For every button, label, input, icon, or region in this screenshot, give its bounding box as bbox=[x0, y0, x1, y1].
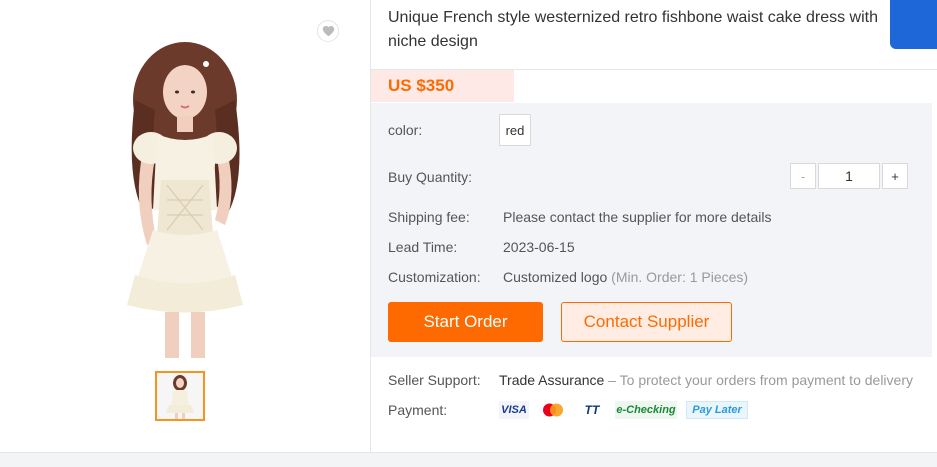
product-thumbnail[interactable] bbox=[155, 371, 205, 421]
quantity-increase-button[interactable]: + bbox=[882, 163, 908, 189]
trade-assurance-link[interactable]: Trade Assurance bbox=[499, 372, 604, 388]
contact-supplier-button[interactable]: Contact Supplier bbox=[561, 302, 732, 342]
lead-time-value: 2023-06-15 bbox=[503, 239, 575, 255]
product-title: Unique French style westernized retro fi… bbox=[388, 9, 878, 50]
quantity-label: Buy Quantity: bbox=[388, 169, 473, 185]
seller-support-value: Trade Assurance – To protect your orders… bbox=[499, 372, 913, 388]
seller-support-label: Seller Support: bbox=[388, 372, 481, 388]
tt-logo: TT bbox=[584, 403, 600, 417]
echecking-logo: e-Checking bbox=[615, 401, 677, 419]
payment-label: Payment: bbox=[388, 402, 448, 418]
lead-time-label: Lead Time: bbox=[388, 239, 458, 255]
customization-label: Customization: bbox=[388, 269, 481, 285]
trade-assurance-note: – To protect your orders from payment to… bbox=[608, 372, 913, 388]
customization-option: Customized logo bbox=[503, 269, 608, 285]
pay-later-logo: Pay Later bbox=[686, 401, 748, 419]
product-gallery bbox=[0, 0, 370, 452]
start-order-button[interactable]: Start Order bbox=[388, 302, 543, 342]
thumbnail-image bbox=[166, 375, 194, 419]
customization-min-order: (Min. Order: 1 Pieces) bbox=[611, 269, 749, 285]
quantity-input[interactable]: 1 bbox=[818, 163, 880, 189]
customization-value: Customized logo (Min. Order: 1 Pieces) bbox=[503, 269, 748, 285]
shipping-value: Please contact the supplier for more det… bbox=[503, 209, 772, 225]
floating-action-tab[interactable] bbox=[890, 0, 937, 49]
page-bottom-strip bbox=[0, 452, 937, 467]
color-label: color: bbox=[388, 122, 423, 138]
shipping-label: Shipping fee: bbox=[388, 209, 470, 225]
heart-icon bbox=[322, 26, 334, 37]
favorite-button[interactable] bbox=[317, 20, 339, 42]
product-price: US $350 bbox=[388, 76, 455, 95]
visa-logo: VISA bbox=[499, 401, 529, 419]
quantity-decrease-button[interactable]: - bbox=[790, 163, 816, 189]
mastercard-icon bbox=[539, 401, 567, 419]
product-main-image[interactable] bbox=[105, 30, 265, 360]
color-option-red[interactable]: red bbox=[499, 114, 531, 146]
